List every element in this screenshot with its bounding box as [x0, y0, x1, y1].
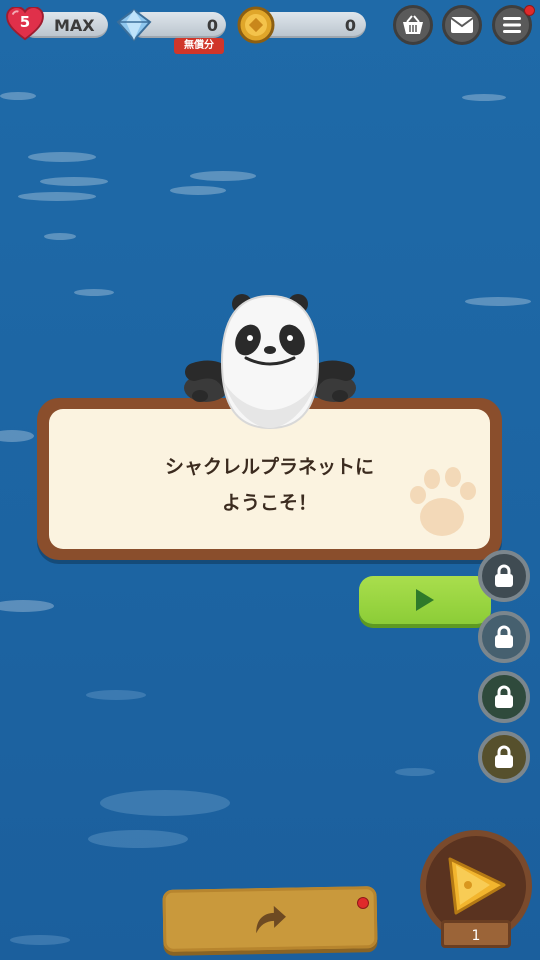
- lives-status-label: MAX: [54, 16, 95, 35]
- water-ripple: [190, 171, 256, 181]
- gems-count: 0: [206, 16, 218, 35]
- locked-level-3[interactable]: [478, 671, 530, 723]
- top-hud: MAX 5 0 無償分 0: [0, 0, 540, 60]
- hamburger-menu-icon: [503, 17, 521, 33]
- cheese-play-icon: [448, 857, 506, 915]
- play-arrow-icon: [416, 589, 434, 611]
- water-ripple: [395, 768, 435, 776]
- water-ripple: [44, 233, 76, 240]
- level-number-plate: 1: [441, 920, 511, 948]
- water-ripple: [88, 830, 188, 848]
- coins-count: 0: [344, 16, 356, 35]
- lock-icon: [495, 685, 513, 708]
- lock-icon: [495, 564, 513, 587]
- menu-notification-dot: [524, 5, 535, 16]
- water-ripple: [86, 690, 146, 700]
- water-ripple: [28, 152, 96, 162]
- share-button[interactable]: [162, 886, 378, 952]
- water-ripple: [40, 177, 108, 186]
- shop-button[interactable]: [393, 5, 433, 45]
- water-ripple: [0, 430, 34, 442]
- gem-icon: [116, 8, 152, 42]
- lock-icon: [495, 625, 513, 648]
- locked-level-4[interactable]: [478, 731, 530, 783]
- water-ripple: [0, 600, 54, 612]
- water-ripple: [462, 94, 506, 101]
- water-ripple: [0, 92, 36, 100]
- free-gems-badge: 無償分: [174, 38, 224, 54]
- panda-character: [184, 294, 356, 430]
- water-ripple: [10, 935, 70, 945]
- lives-count: 5: [19, 13, 31, 31]
- share-arrow-icon: [256, 905, 286, 934]
- coin-icon: [237, 6, 275, 44]
- paw-print-icon: [410, 467, 476, 536]
- next-button[interactable]: [359, 576, 491, 624]
- locked-level-1[interactable]: [478, 550, 530, 602]
- share-notification-dot: [357, 897, 369, 909]
- water-ripple: [100, 790, 230, 816]
- water-ripple: [74, 289, 114, 296]
- mail-button[interactable]: [442, 5, 482, 45]
- water-ripple: [18, 192, 96, 201]
- water-ripple: [170, 186, 226, 195]
- water-ripple: [465, 297, 531, 306]
- lock-icon: [495, 745, 513, 768]
- locked-level-2[interactable]: [478, 611, 530, 663]
- shop-basket-icon: [403, 15, 423, 34]
- mail-icon: [450, 17, 474, 33]
